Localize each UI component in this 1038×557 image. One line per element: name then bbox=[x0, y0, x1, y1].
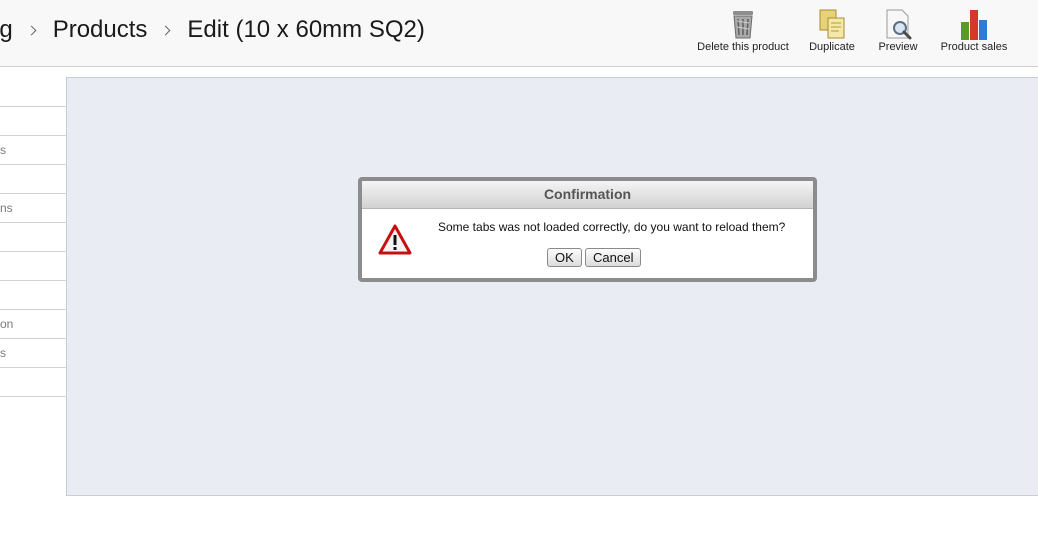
sidebar-item-label: on bbox=[0, 317, 14, 331]
delete-product-label: Delete this product bbox=[697, 41, 789, 53]
sidebar-item-label: s bbox=[0, 346, 6, 360]
page-header: og Products Edit (10 x 60mm SQ2) Delete … bbox=[0, 0, 1038, 67]
sidebar-item[interactable] bbox=[0, 252, 66, 281]
preview-icon bbox=[886, 9, 912, 40]
confirmation-dialog: Confirmation Some tabs was not loaded co… bbox=[358, 177, 817, 282]
cancel-button[interactable]: Cancel bbox=[585, 248, 642, 267]
sidebar-tabs: s ns on s bbox=[0, 78, 66, 397]
sidebar-item[interactable] bbox=[0, 165, 66, 194]
sidebar-item[interactable]: s bbox=[0, 136, 66, 165]
duplicate-button[interactable]: Duplicate bbox=[800, 6, 864, 58]
breadcrumb-item-products[interactable]: Products bbox=[53, 16, 148, 44]
product-sales-label: Product sales bbox=[940, 41, 1008, 53]
dialog-message: Some tabs was not loaded correctly, do y… bbox=[438, 220, 786, 234]
sidebar-item[interactable] bbox=[0, 78, 66, 107]
dialog-title[interactable]: Confirmation bbox=[362, 181, 813, 209]
duplicate-icon bbox=[819, 9, 845, 39]
sidebar-item[interactable] bbox=[0, 368, 66, 397]
chevron-right-icon bbox=[160, 25, 171, 35]
preview-label: Preview bbox=[878, 41, 918, 53]
sidebar-item[interactable]: ns bbox=[0, 194, 66, 223]
duplicate-label: Duplicate bbox=[809, 41, 855, 53]
bar-chart-icon bbox=[961, 10, 987, 40]
delete-product-button[interactable]: Delete this product bbox=[690, 6, 796, 58]
sidebar-item[interactable] bbox=[0, 281, 66, 310]
sidebar-item[interactable]: on bbox=[0, 310, 66, 339]
chevron-right-icon bbox=[26, 25, 37, 35]
sidebar-item-label: s bbox=[0, 143, 6, 157]
ok-button[interactable]: OK bbox=[547, 248, 582, 267]
breadcrumb: og Products Edit (10 x 60mm SQ2) bbox=[0, 14, 425, 46]
sidebar-item[interactable] bbox=[0, 223, 66, 252]
trash-icon bbox=[733, 11, 753, 39]
page-title: Edit (10 x 60mm SQ2) bbox=[187, 16, 425, 43]
sidebar-item[interactable]: s bbox=[0, 339, 66, 368]
preview-button[interactable]: Preview bbox=[872, 6, 924, 58]
warning-icon bbox=[378, 224, 412, 255]
sidebar-item-label: ns bbox=[0, 201, 13, 215]
sidebar-item[interactable] bbox=[0, 107, 66, 136]
breadcrumb-item-catalog[interactable]: og bbox=[0, 16, 13, 44]
product-sales-button[interactable]: Product sales bbox=[936, 6, 1012, 58]
tab-content-panel bbox=[66, 77, 1038, 496]
